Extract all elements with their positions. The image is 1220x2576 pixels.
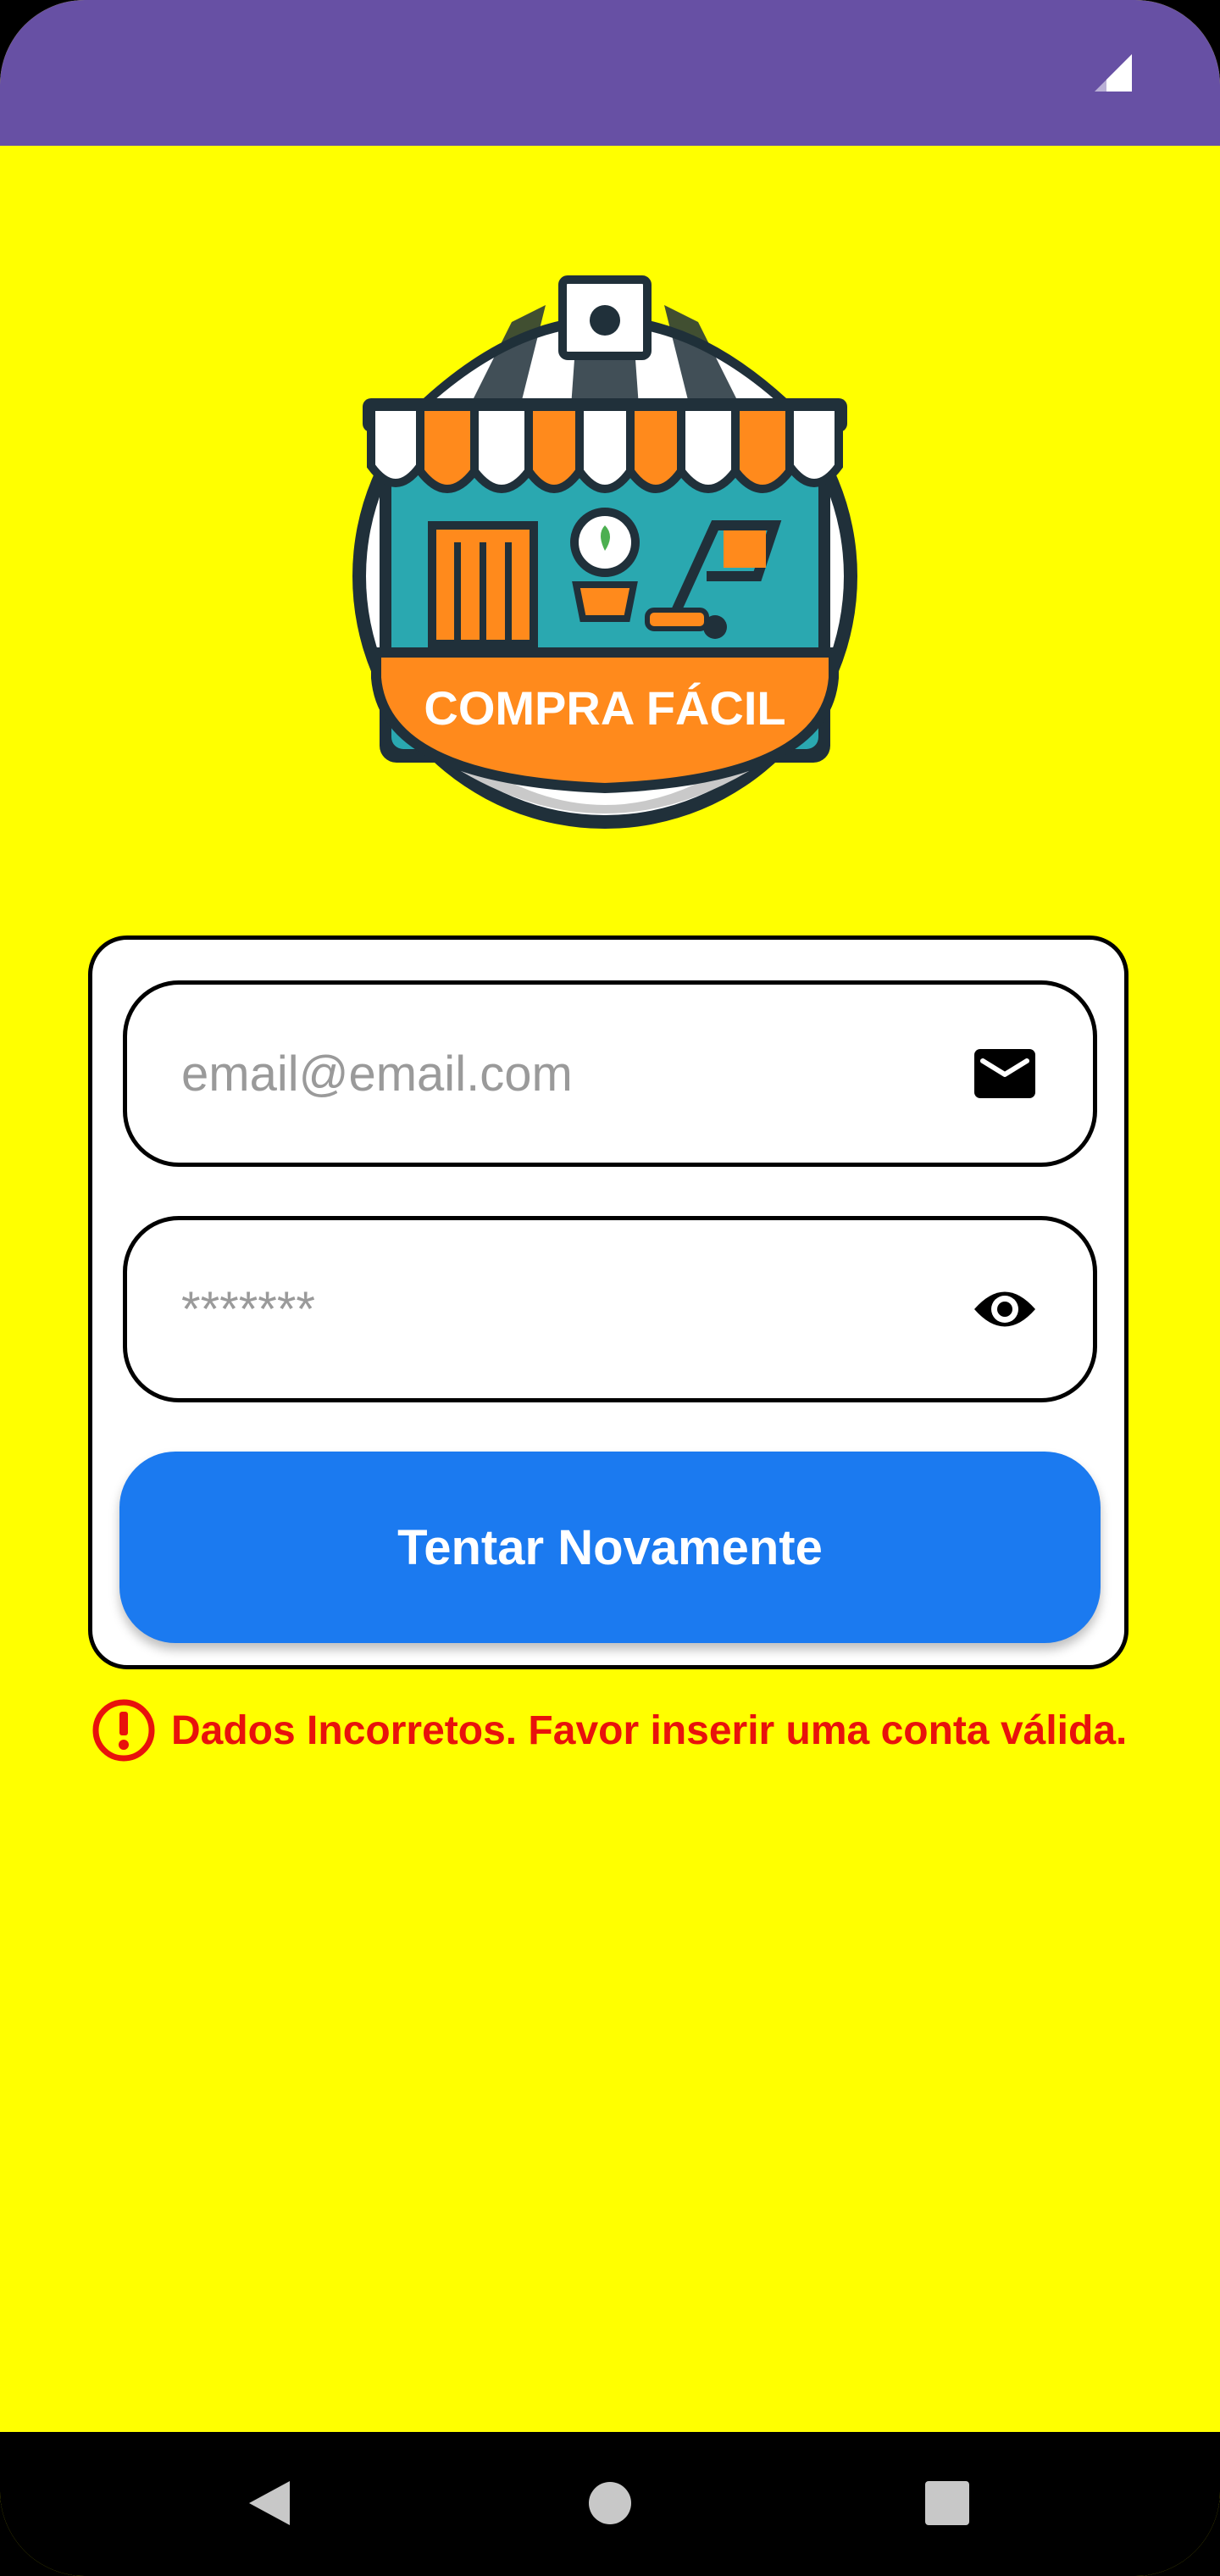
login-card: Tentar Novamente — [88, 935, 1128, 1669]
signal-icon — [1095, 54, 1132, 92]
shop-logo: COMPRA FÁCIL — [352, 275, 857, 829]
login-screen: COMPRA FÁCIL Tentar Novamente — [0, 146, 1220, 2432]
mail-icon — [974, 1049, 1035, 1098]
password-input[interactable] — [181, 1220, 944, 1398]
home-icon — [589, 2482, 631, 2524]
back-button[interactable] — [227, 2461, 312, 2545]
error-message: Dados Incorretos. Favor inserir uma cont… — [171, 1707, 1128, 1753]
status-bar — [0, 0, 1220, 146]
phone-screen: COMPRA FÁCIL Tentar Novamente — [0, 0, 1220, 2576]
recents-button[interactable] — [905, 2461, 990, 2545]
error-message-row: Dados Incorretos. Favor inserir uma cont… — [92, 1696, 1127, 1764]
back-icon — [249, 2481, 290, 2525]
logo-text: COMPRA FÁCIL — [424, 681, 785, 735]
recents-icon — [925, 2481, 969, 2525]
password-field[interactable] — [123, 1216, 1097, 1402]
navigation-bar — [0, 2432, 1220, 2576]
retry-button[interactable]: Tentar Novamente — [119, 1452, 1101, 1643]
email-input[interactable] — [181, 985, 944, 1163]
home-button[interactable] — [568, 2461, 652, 2545]
eye-icon[interactable] — [973, 1281, 1037, 1337]
email-field[interactable] — [123, 980, 1097, 1167]
error-icon — [92, 1699, 155, 1762]
